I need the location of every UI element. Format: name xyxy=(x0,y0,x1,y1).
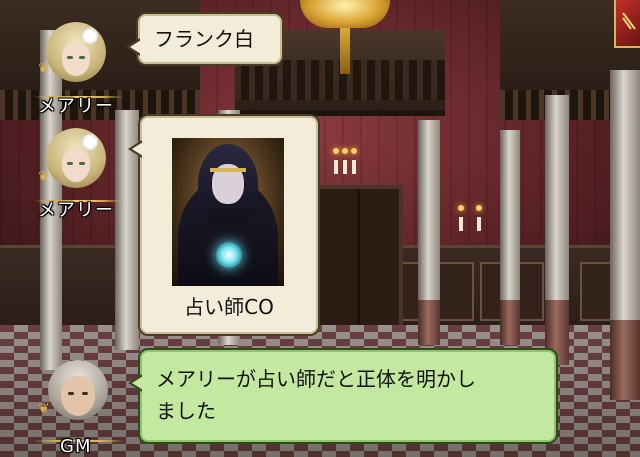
message-text-line1: メアリーが占い師だと正体を明かし xyxy=(156,367,476,391)
mary-portrait-icon[interactable] xyxy=(46,22,106,82)
mary-portrait-icon[interactable] xyxy=(46,128,106,188)
seer-card-icon[interactable] xyxy=(172,138,284,286)
message-text-line2: ました xyxy=(156,399,216,423)
gm-portrait-icon[interactable] xyxy=(48,360,108,420)
candelabra-icon xyxy=(330,148,360,174)
card-label: 占い師CO xyxy=(184,295,274,319)
message-text: フランク白 xyxy=(154,27,254,51)
pillar-base xyxy=(500,300,520,345)
ornament-icon: ❦ xyxy=(38,169,50,185)
wall-sconce-icon xyxy=(455,205,485,231)
ornament-icon: ❦ xyxy=(38,61,50,77)
gm-speech-bubble: メアリーが占い師だと正体を明かし ました xyxy=(128,350,556,442)
speech-bubble: フランク白 xyxy=(126,14,282,64)
ornament-icon: ❦ xyxy=(38,401,50,417)
pillar-base xyxy=(610,320,640,400)
speaker-name: GM xyxy=(60,436,92,457)
card-bubble: 占い師CO xyxy=(128,116,318,334)
chandelier-icon xyxy=(290,0,400,74)
menu-corner-icon xyxy=(622,12,636,30)
speaker-name: メアリー xyxy=(38,200,114,221)
pillar-base xyxy=(418,300,440,345)
menu-button[interactable] xyxy=(614,0,640,48)
speaker-name: メアリー xyxy=(38,96,114,117)
double-door xyxy=(315,185,403,343)
